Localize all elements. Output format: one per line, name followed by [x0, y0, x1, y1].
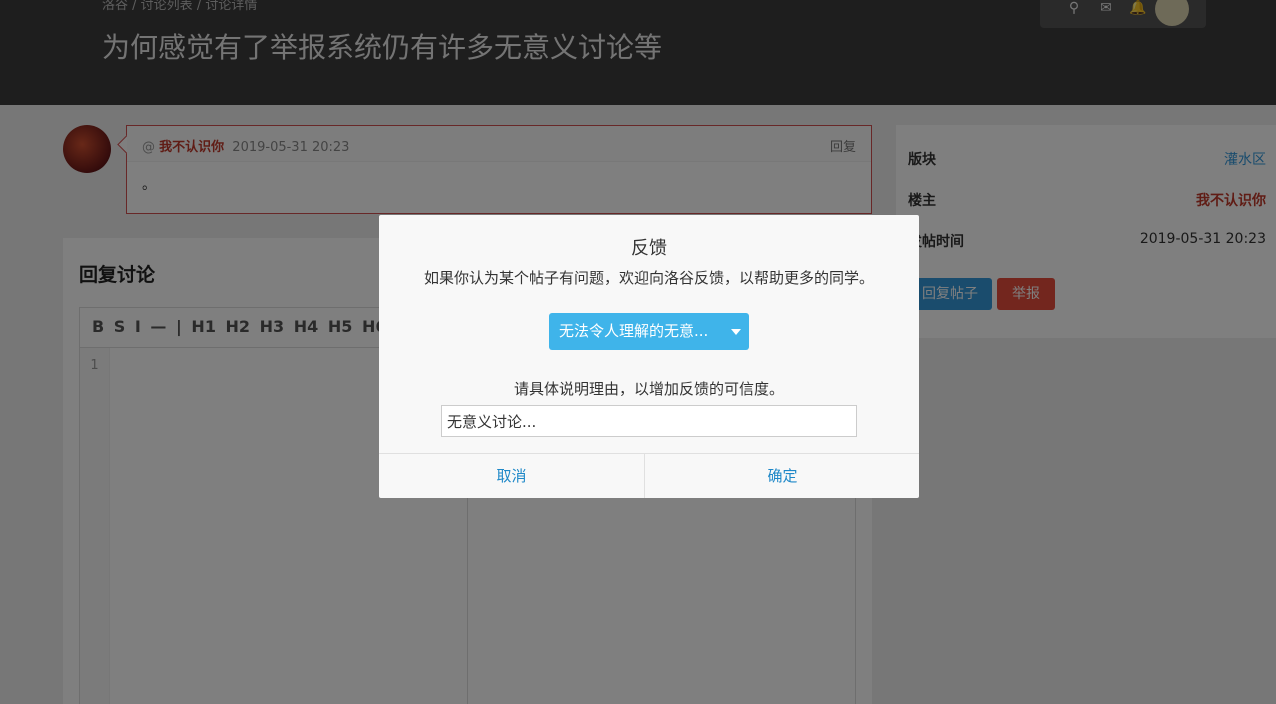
dialog-description: 如果你认为某个帖子有问题，欢迎向洛谷反馈，以帮助更多的同学。	[423, 269, 874, 287]
caret-down-icon	[731, 329, 741, 335]
feedback-dialog: 反馈 如果你认为某个帖子有问题，欢迎向洛谷反馈，以帮助更多的同学。 无法令人理解…	[379, 215, 919, 498]
reason-hint: 请具体说明理由，以增加反馈的可信度。	[513, 380, 784, 398]
cancel-button[interactable]: 取消	[379, 454, 645, 498]
dialog-footer: 取消 确定	[379, 453, 919, 498]
select-value: 无法令人理解的无意...	[559, 322, 709, 340]
reason-input[interactable]	[441, 405, 857, 437]
confirm-button[interactable]: 确定	[646, 454, 919, 498]
reason-category-select[interactable]: 无法令人理解的无意...	[549, 313, 749, 350]
dialog-title: 反馈	[631, 238, 667, 259]
